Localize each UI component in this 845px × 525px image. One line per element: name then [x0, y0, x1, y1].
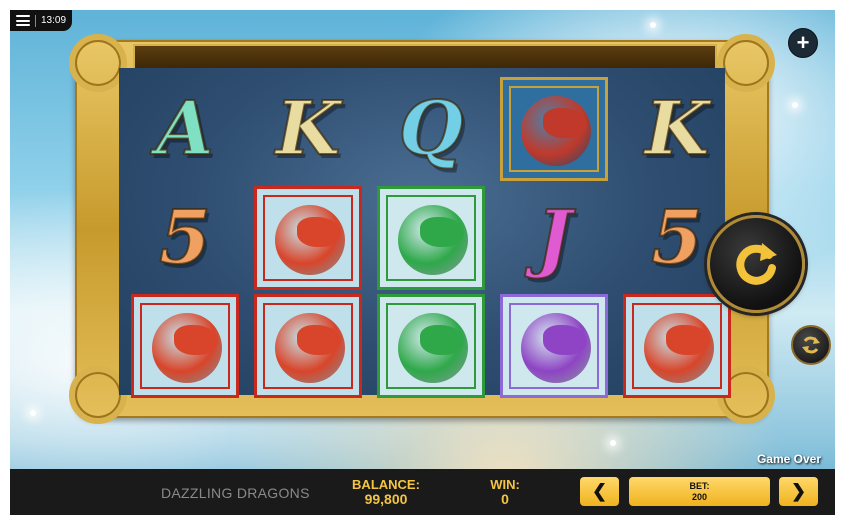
symbol-purple-dragon	[498, 293, 610, 398]
spin-arrow-icon	[736, 243, 777, 285]
sparkle	[30, 410, 36, 416]
bottom-bar: DAZZLING DRAGONS BALANCE: 99,800 WIN: 0 …	[10, 469, 835, 515]
red-dragon-icon	[131, 293, 239, 398]
red-dragon-icon	[623, 293, 731, 398]
game-over-label: Game Over	[756, 452, 821, 466]
screenshot-stage: 13:09 AKQK5J5 + Game Over DAZZLING DRAGO…	[0, 0, 845, 525]
menu-icon[interactable]	[16, 15, 30, 26]
win-display: WIN: 0	[480, 477, 530, 507]
clock-pill: 13:09	[10, 10, 72, 31]
bet-decrease-button[interactable]: ❮	[580, 477, 619, 506]
spin-button[interactable]	[707, 215, 805, 313]
symbol-glyph: K	[644, 85, 710, 172]
green-dragon-icon	[377, 185, 485, 290]
divider	[35, 14, 36, 27]
balance-value: 99,800	[364, 491, 408, 507]
symbol-red-dragon-gold	[498, 76, 610, 181]
symbol-5: 5	[129, 185, 241, 290]
sparkle	[792, 102, 798, 108]
autoplay-button[interactable]	[791, 325, 831, 365]
green-dragon-icon	[377, 293, 485, 398]
symbol-glyph: 5	[158, 194, 211, 281]
symbol-glyph: K	[275, 85, 341, 172]
win-value: 0	[501, 491, 509, 507]
chevron-right-icon: ❯	[790, 481, 807, 501]
bet-increase-button[interactable]: ❯	[779, 477, 818, 506]
balance-display: BALANCE: 99,800	[348, 477, 424, 507]
symbol-a: A	[129, 76, 241, 181]
red-dragon-gold-icon	[500, 76, 608, 181]
balance-label: BALANCE:	[352, 477, 420, 492]
clock-time: 13:09	[41, 15, 67, 26]
plus-button[interactable]: +	[788, 28, 818, 58]
symbol-k: K	[252, 76, 364, 181]
sparkle	[610, 440, 616, 446]
bet-label: BET:	[689, 480, 710, 491]
red-dragon-icon	[254, 293, 362, 398]
symbol-glyph: J	[535, 194, 572, 281]
plus-icon: +	[796, 30, 810, 55]
symbol-glyph: 5	[650, 194, 703, 281]
symbol-glyph: Q	[398, 85, 464, 172]
symbol-green-dragon	[375, 185, 487, 290]
sparkle	[650, 22, 656, 28]
symbol-j: J	[498, 185, 610, 290]
symbol-red-dragon	[252, 185, 364, 290]
purple-dragon-icon	[500, 293, 608, 398]
symbol-red-dragon	[129, 293, 241, 398]
symbol-green-dragon	[375, 293, 487, 398]
win-label: WIN:	[490, 477, 520, 492]
symbol-red-dragon	[252, 293, 364, 398]
symbol-red-dragon	[621, 293, 733, 398]
symbol-k: K	[621, 76, 733, 181]
chevron-left-icon: ❮	[591, 481, 608, 501]
bet-value: 200	[691, 491, 708, 502]
bet-display[interactable]: BET: 200	[629, 477, 770, 506]
symbol-glyph: A	[155, 85, 214, 172]
game-canvas: 13:09 AKQK5J5 + Game Over DAZZLING DRAGO…	[10, 10, 835, 515]
symbol-q: Q	[375, 76, 487, 181]
game-title: DAZZLING DRAGONS	[161, 485, 310, 501]
reel-frame: AKQK5J5	[69, 34, 775, 424]
reel-panel: AKQK5J5	[119, 68, 731, 398]
autoplay-icon	[802, 336, 820, 354]
red-dragon-icon	[254, 185, 362, 290]
